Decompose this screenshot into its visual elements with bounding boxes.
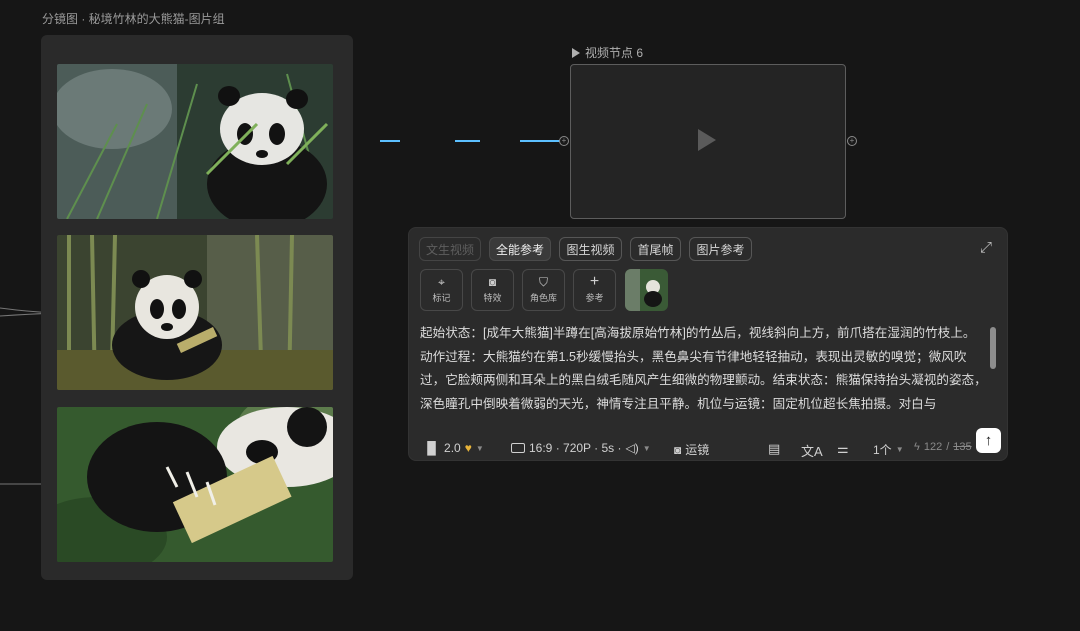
group-title: 分镜图 · 秘境竹林的大熊猫-图片组 <box>42 12 225 26</box>
arrow-up-icon: ↑ <box>984 432 993 449</box>
storyboard-image-group[interactable] <box>41 35 353 580</box>
prompt-text[interactable]: 起始状态：[成年大熊猫]半蹲在[高海拔原始竹林]的竹丛后，视线斜向上方，前爪搭在… <box>420 322 988 414</box>
send-button[interactable]: ↑ <box>976 428 1001 453</box>
count-selector[interactable]: 1个 ▼ <box>873 441 904 458</box>
tab-first-last-frame[interactable]: 首尾帧 <box>630 237 681 261</box>
generation-panel: 文生视频 全能参考 图生视频 首尾帧 图片参考 ⤢ ⌖ 标记 ◙ 特效 ⛉ 角色… <box>408 227 1008 461</box>
video-node-input-port[interactable]: + <box>559 136 569 146</box>
model-selector[interactable]: ▐▌ 2.0 ♥ ▼ <box>423 441 484 455</box>
tool-mark-button[interactable]: ⌖ 标记 <box>420 269 463 311</box>
credits-used: 122 <box>923 441 943 453</box>
tool-reference-button[interactable]: + 参考 <box>573 269 616 311</box>
credits-separator: / <box>946 441 950 453</box>
camera-motion-button[interactable]: ◙ 运镜 <box>674 441 709 458</box>
bars-icon: ▐▌ <box>423 441 441 455</box>
add-frame-icon[interactable]: ▤ <box>768 441 780 457</box>
premium-badge-icon: ♥ <box>464 441 472 455</box>
video-node-title[interactable]: 视频节点 6 <box>572 44 643 61</box>
pin-plus-icon: ⌖ <box>438 275 445 289</box>
count-value: 1个 <box>873 443 892 457</box>
shield-icon: ⛉ <box>538 275 548 289</box>
tab-image-to-video[interactable]: 图生视频 <box>559 237 622 261</box>
credits-display: ϟ 122 / 135 <box>914 441 972 453</box>
chevron-down-icon: ▼ <box>475 443 484 453</box>
play-icon[interactable] <box>698 129 716 151</box>
video-node[interactable] <box>570 64 846 219</box>
chevron-down-icon: ▼ <box>895 445 904 454</box>
tab-text-to-video[interactable]: 文生视频 <box>419 237 481 261</box>
camera-icon: ◙ <box>674 442 682 457</box>
lightning-icon: ϟ <box>914 441 920 453</box>
video-node-output-port[interactable]: + <box>847 136 857 146</box>
storyboard-image-3[interactable] <box>57 407 333 562</box>
storyboard-image-2[interactable] <box>57 235 333 390</box>
tool-effects-button[interactable]: ◙ 特效 <box>471 269 514 311</box>
video-settings-text: 16:9 · 720P · 5s · <box>529 441 622 455</box>
chevron-down-icon: ▼ <box>642 443 651 453</box>
model-version: 2.0 <box>444 441 461 455</box>
volume-icon: ◁) <box>625 441 639 455</box>
aspect-ratio-icon <box>511 443 525 453</box>
settings-sliders-icon[interactable]: ⚌ <box>837 441 849 457</box>
video-settings-selector[interactable]: 16:9 · 720P · 5s · ◁) ▼ <box>511 441 651 455</box>
prompt-scrollbar[interactable] <box>990 327 996 369</box>
camera-motion-label: 运镜 <box>685 443 710 457</box>
plus-icon: + <box>589 273 600 290</box>
reference-image-thumbnail[interactable] <box>625 269 668 311</box>
tab-omni-reference[interactable]: 全能参考 <box>489 237 551 261</box>
storyboard-image-1[interactable] <box>57 64 333 219</box>
translate-icon[interactable]: 文A <box>801 441 823 460</box>
tool-character-library-button[interactable]: ⛉ 角色库 <box>522 269 565 311</box>
credits-total: 135 <box>953 441 972 453</box>
tab-image-reference[interactable]: 图片参考 <box>689 237 752 261</box>
camera-icon: ◙ <box>488 275 497 289</box>
expand-icon[interactable]: ⤢ <box>980 239 992 256</box>
video-node-label: 视频节点 6 <box>585 46 644 60</box>
play-small-icon <box>572 47 580 58</box>
